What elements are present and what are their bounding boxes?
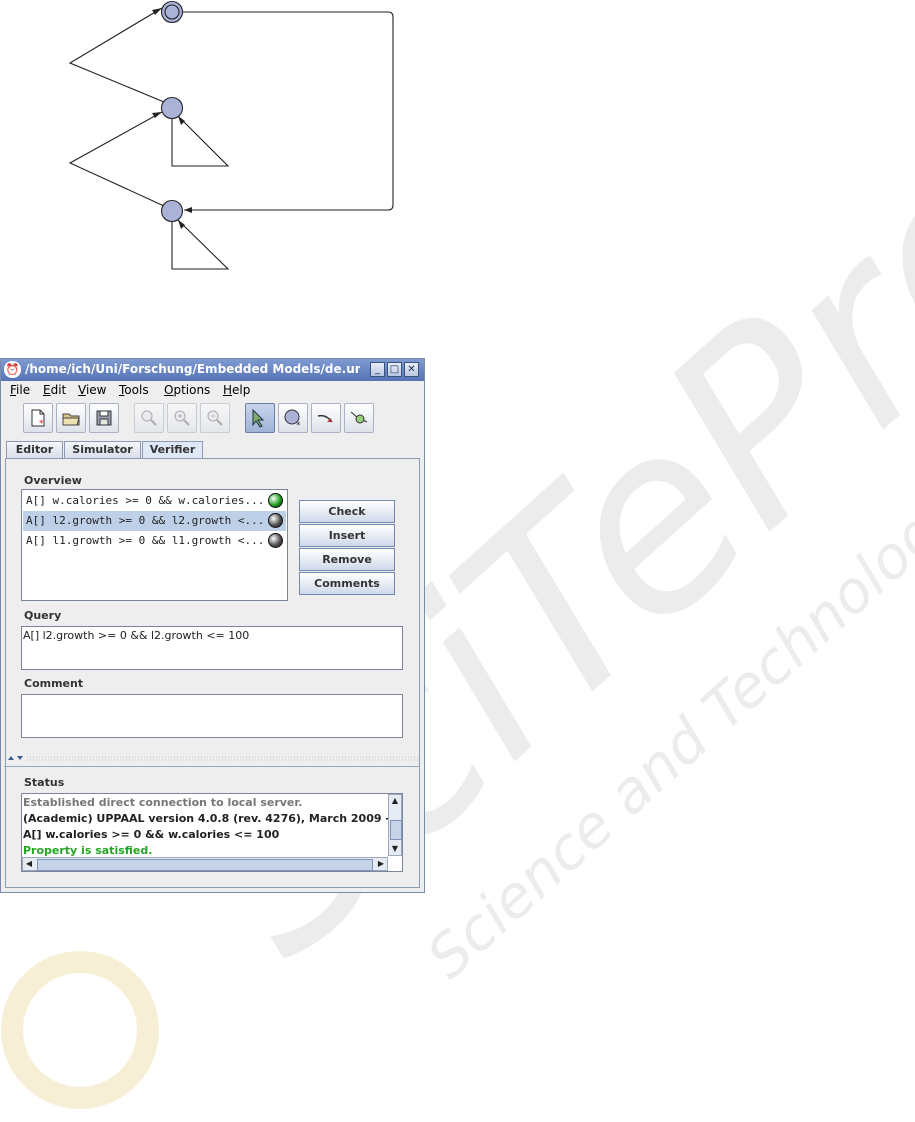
status-line: A[] w.calories >= 0 && w.calories <= 100 bbox=[23, 828, 280, 841]
arrowhead-top bbox=[152, 8, 162, 15]
horizontal-scrollbar[interactable]: ◀ ▶ bbox=[22, 857, 388, 871]
select-arrow-icon[interactable] bbox=[245, 403, 275, 433]
menu-file[interactable]: File bbox=[10, 383, 30, 397]
scroll-left-icon[interactable]: ◀ bbox=[23, 858, 35, 870]
query-item-text: A[] l1.growth >= 0 && l1.growth <... bbox=[26, 534, 265, 547]
scroll-down-icon[interactable]: ▼ bbox=[389, 843, 401, 855]
scroll-thumb[interactable] bbox=[37, 859, 373, 871]
location-bottom bbox=[160, 199, 184, 223]
zoom-icon[interactable] bbox=[134, 403, 164, 433]
add-edge-icon[interactable] bbox=[311, 403, 341, 433]
edge-top-to-bottom bbox=[183, 11, 394, 211]
query-item-selected[interactable]: A[] l2.growth >= 0 && l2.growth <... bbox=[23, 511, 286, 531]
close-button[interactable]: ✕ bbox=[404, 362, 419, 377]
unchecked-status-icon bbox=[268, 513, 283, 528]
open-folder-icon[interactable] bbox=[56, 403, 86, 433]
comment-label: Comment bbox=[24, 677, 84, 690]
tab-simulator[interactable]: Simulator bbox=[64, 441, 141, 458]
unchecked-status-icon bbox=[268, 533, 283, 548]
edge-middle-self-loop bbox=[171, 115, 230, 167]
query-input-text: A[] l2.growth >= 0 && l2.growth <= 100 bbox=[23, 629, 250, 642]
save-icon[interactable] bbox=[89, 403, 119, 433]
status-line: (Academic) UPPAAL version 4.0.8 (rev. 42… bbox=[23, 812, 403, 825]
status-separator bbox=[4, 766, 420, 767]
scroll-thumb[interactable] bbox=[390, 820, 402, 840]
query-input[interactable]: A[] l2.growth >= 0 && l2.growth <= 100 bbox=[21, 626, 403, 670]
query-label: Query bbox=[24, 609, 62, 622]
insert-button[interactable]: Insert bbox=[299, 524, 395, 547]
scroll-up-icon[interactable]: ▲ bbox=[389, 795, 401, 807]
location-initial-inner bbox=[164, 4, 180, 20]
edge-bottom-self-loop bbox=[171, 219, 230, 270]
split-pane-divider[interactable] bbox=[5, 755, 418, 762]
window-title: /home/ich/Uni/Forschung/Embedded Models/… bbox=[25, 362, 360, 376]
satisfied-status-icon bbox=[268, 493, 283, 508]
expand-up-icon bbox=[8, 756, 14, 760]
edge-middle-to-top bbox=[68, 7, 165, 103]
menu-help[interactable]: Help bbox=[223, 383, 250, 397]
menu-options[interactable]: Options bbox=[164, 383, 210, 397]
status-line: Property is satisfied. bbox=[23, 844, 153, 857]
expand-down-icon bbox=[17, 756, 23, 760]
watermark-seal-icon bbox=[1, 951, 159, 1109]
vertical-scrollbar[interactable]: ▲ ▼ bbox=[388, 794, 402, 856]
automaton-diagram bbox=[68, 0, 394, 270]
title-bar[interactable]: ⏰ /home/ich/Uni/Forschung/Embedded Model… bbox=[1, 359, 424, 381]
edge-bottom-to-middle bbox=[68, 111, 165, 207]
query-item-text: A[] w.calories >= 0 && w.calories... bbox=[26, 494, 265, 507]
add-nail-icon[interactable] bbox=[344, 403, 374, 433]
comment-input[interactable] bbox=[21, 694, 403, 738]
menu-tools[interactable]: Tools bbox=[119, 383, 149, 397]
location-middle bbox=[160, 96, 184, 120]
svg-text:*: * bbox=[296, 421, 301, 428]
zoom-in-icon[interactable] bbox=[167, 403, 197, 433]
query-item[interactable]: A[] w.calories >= 0 && w.calories... bbox=[23, 491, 286, 511]
scroll-right-icon[interactable]: ▶ bbox=[375, 858, 387, 870]
overview-label: Overview bbox=[24, 474, 82, 487]
menu-bar: File Edit View Tools Options Help bbox=[1, 381, 424, 399]
menu-edit[interactable]: Edit bbox=[43, 383, 66, 397]
add-location-icon[interactable]: * bbox=[278, 403, 308, 433]
tab-editor[interactable]: Editor bbox=[6, 441, 63, 458]
arrowhead-bottom bbox=[184, 207, 192, 213]
query-item-text: A[] l2.growth >= 0 && l2.growth <... bbox=[26, 514, 265, 527]
zoom-out-icon[interactable] bbox=[200, 403, 230, 433]
status-line: Established direct connection to local s… bbox=[23, 796, 303, 809]
minimize-button[interactable]: _ bbox=[370, 362, 385, 377]
toolbar: * * bbox=[1, 399, 424, 439]
new-document-icon[interactable]: * bbox=[23, 403, 53, 433]
tab-verifier[interactable]: Verifier bbox=[142, 441, 203, 459]
query-list: A[] w.calories >= 0 && w.calories... A[]… bbox=[21, 489, 288, 601]
query-item[interactable]: A[] l1.growth >= 0 && l1.growth <... bbox=[23, 531, 286, 551]
menu-view[interactable]: View bbox=[78, 383, 106, 397]
status-label: Status bbox=[24, 776, 65, 789]
arrowhead-bottom-loop bbox=[178, 220, 185, 229]
check-button[interactable]: Check bbox=[299, 500, 395, 523]
maximize-button[interactable]: □ bbox=[387, 362, 402, 377]
comments-button[interactable]: Comments bbox=[299, 572, 395, 595]
svg-text:*: * bbox=[39, 419, 44, 428]
arrowhead-middle-loop bbox=[178, 116, 185, 125]
watermark-sub-text: Science and Technology Publications bbox=[414, 228, 915, 992]
remove-button[interactable]: Remove bbox=[299, 548, 395, 571]
app-clock-icon: ⏰ bbox=[4, 361, 21, 378]
